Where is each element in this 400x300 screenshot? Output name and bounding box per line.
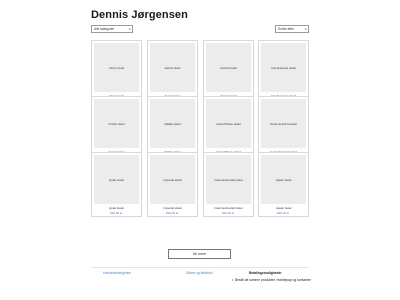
product-name[interactable]: Imperial Hotel xyxy=(148,206,197,210)
chevron-down-icon: ▾ xyxy=(128,27,131,31)
product-image[interactable]: Dallas Hotel xyxy=(150,99,195,148)
product-card[interactable]: Imperial Hotel Imperial Hotel 999,00 kr. xyxy=(147,152,198,217)
product-image-label: Ascott hotel xyxy=(164,66,181,70)
product-image[interactable]: Hotel Grand Central xyxy=(261,99,306,148)
payment-heading: Betalingsmuligheder xyxy=(249,271,282,275)
chevron-down-icon: ▾ xyxy=(304,27,307,31)
product-image[interactable]: Hyatt Hotel xyxy=(94,155,139,204)
product-image-label: Intercontinental Hotel xyxy=(214,178,243,182)
product-image[interactable]: Ascott hotel xyxy=(150,43,195,92)
product-price: 999,00 kr. xyxy=(221,211,236,215)
product-price: 999,00 kr. xyxy=(165,211,180,215)
category-select-value: Alle kategorier xyxy=(94,27,115,31)
product-image-label: Grand Place Hotel xyxy=(216,122,241,126)
product-image[interactable]: City Express Hotel xyxy=(261,43,306,92)
payment-list-item: Bestill de samme produkter, mobilepay og… xyxy=(232,278,312,282)
product-image-label: Imperial Hotel xyxy=(163,178,182,182)
product-image[interactable]: Japan hotel xyxy=(261,155,306,204)
product-image-label: Hotel Grand Central xyxy=(270,122,297,126)
terms-link[interactable]: Handelsbetingelser xyxy=(103,271,131,275)
product-image-label: City Express Hotel xyxy=(271,66,296,70)
product-image[interactable]: Astoria hotel xyxy=(206,43,251,92)
product-image[interactable]: Grand Place Hotel xyxy=(206,99,251,148)
payment-list: Bestill de samme produkter, mobilepay og… xyxy=(232,278,312,282)
product-name[interactable]: Intercontinental Hotel xyxy=(204,206,253,210)
footer-divider xyxy=(91,267,309,268)
product-card[interactable]: Hyatt Hotel Hyatt Hotel 999,00 kr. xyxy=(91,152,142,217)
product-image-label: Dallas Hotel xyxy=(164,122,181,126)
product-image[interactable]: Crown hotel xyxy=(94,99,139,148)
product-image[interactable]: Imperial Hotel xyxy=(150,155,195,204)
product-price: 999,00 kr. xyxy=(276,211,291,215)
product-name[interactable]: Japan hotel xyxy=(259,206,308,210)
shipping-link[interactable]: Sikker og fleksibel xyxy=(186,271,213,275)
product-image-label: Japan hotel xyxy=(275,178,292,182)
product-name[interactable]: Hyatt Hotel xyxy=(92,206,141,210)
product-image-label: Azure hotel xyxy=(108,66,125,70)
page-title: Dennis Jørgensen xyxy=(91,9,188,21)
sort-select-value: Sorter efter xyxy=(278,27,294,31)
product-image[interactable]: Intercontinental Hotel xyxy=(206,155,251,204)
load-more-button[interactable]: Se mere xyxy=(168,249,231,259)
product-image-label: Crown hotel xyxy=(108,122,125,126)
sort-select[interactable]: Sorter efter ▾ xyxy=(275,25,309,33)
product-price: 999,00 kr. xyxy=(109,211,124,215)
product-image-label: Astoria hotel xyxy=(220,66,237,70)
category-select[interactable]: Alle kategorier ▾ xyxy=(91,25,133,33)
product-image-label: Hyatt Hotel xyxy=(109,178,124,182)
product-card[interactable]: Intercontinental Hotel Intercontinental H… xyxy=(203,152,254,217)
product-card[interactable]: Japan hotel Japan hotel 999,00 kr. xyxy=(258,152,309,217)
product-image[interactable]: Azure hotel xyxy=(94,43,139,92)
